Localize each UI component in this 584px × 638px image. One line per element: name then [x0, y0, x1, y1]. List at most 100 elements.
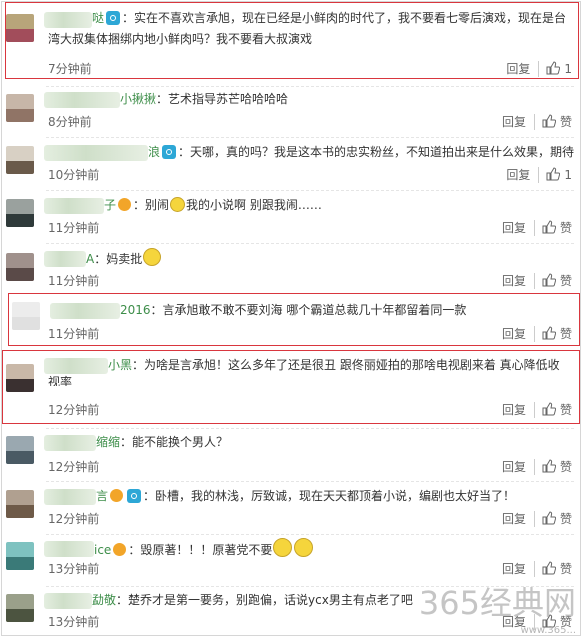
verified-badge-icon: [127, 489, 142, 503]
username[interactable]: ice: [94, 543, 111, 557]
like-label[interactable]: 赞: [560, 512, 572, 526]
username-blurred: [44, 541, 94, 557]
thumbs-up-icon[interactable]: [542, 459, 556, 473]
like-label[interactable]: 赞: [560, 115, 572, 129]
watermark: 365经典网: [418, 584, 576, 622]
comment-row: 小揪揪：艺术指导苏芒哈哈哈哈: [120, 89, 288, 110]
comment-time: 13分钟前: [48, 615, 100, 629]
username[interactable]: 勐敬: [92, 593, 116, 607]
reply-button[interactable]: 回复: [502, 114, 535, 130]
comment-row: 缩缩：能不能换个男人？: [96, 432, 228, 453]
comment-time: 11分钟前: [48, 221, 100, 235]
avatar[interactable]: [6, 594, 34, 622]
avatar[interactable]: [6, 199, 34, 227]
comment-text: ：艺术指导苏芒哈哈哈哈: [156, 92, 289, 106]
thumbs-up-icon[interactable]: [542, 114, 556, 128]
comment-row: 浪 ：天哪，真的吗？我是这本书的忠实粉丝，不知道拍出来是什么效果，期待: [148, 142, 574, 163]
username-blurred: [44, 145, 148, 161]
comment-text: ：楚乔才是第一要务，别跑偏，话说ycx男主有点老了吧: [116, 593, 413, 607]
reply-button[interactable]: 回复: [502, 561, 535, 577]
username-blurred: [44, 92, 120, 108]
comment-item: 言 ：卧槽，我的林浅，厉致诚，现在天天都顶着小说，编剧也太好当了！ 12分钟前 回…: [0, 484, 584, 532]
avatar[interactable]: [6, 436, 34, 464]
comment-time: 13分钟前: [48, 562, 100, 576]
vip-badge-icon: [118, 198, 132, 211]
smile-emoji-icon: [143, 248, 162, 266]
comment-text: ：别闹: [133, 198, 170, 212]
comment-item: 缩缩：能不能换个男人？ 12分钟前 回复 赞: [0, 430, 584, 478]
comment-actions: 回复 赞: [502, 114, 572, 130]
comment-text: ：毁原著！！！原著党不要: [128, 543, 273, 557]
avatar[interactable]: [6, 490, 34, 518]
verified-badge-icon: [162, 145, 177, 159]
comment-text: ：天哪，真的吗？我是这本书的忠实粉丝，不知道拍出来是什么效果，期待: [178, 145, 575, 159]
thumbs-up-icon[interactable]: [542, 273, 556, 287]
comment-time: 8分钟前: [48, 115, 92, 129]
avatar[interactable]: [6, 253, 34, 281]
comment-actions: 回复 赞: [502, 459, 572, 475]
username[interactable]: 缩缩: [96, 435, 120, 449]
comment-row: 勐敬：楚乔才是第一要务，别跑偏，话说ycx男主有点老了吧: [92, 590, 413, 611]
comment-text-b: 我的小说啊 别跟我闹……: [186, 198, 322, 212]
username-blurred: [44, 435, 96, 451]
highlight-box: [5, 2, 579, 79]
comment-item: 小揪揪：艺术指导苏芒哈哈哈哈 8分钟前 回复 赞: [0, 87, 584, 134]
vip-badge-icon: [113, 543, 127, 556]
username[interactable]: 子: [104, 198, 116, 212]
highlight-box: [2, 350, 580, 424]
username-blurred: [44, 198, 104, 214]
reply-button[interactable]: 回复: [506, 167, 540, 183]
divider: [46, 481, 574, 482]
username-blurred: [44, 489, 96, 505]
comment-row: 言 ：卧槽，我的林浅，厉致诚，现在天天都顶着小说，编剧也太好当了！: [96, 486, 515, 507]
comment-row: 子 ：别闹 我的小说啊 别跟我闹……: [104, 195, 322, 216]
reply-button[interactable]: 回复: [502, 273, 535, 289]
avatar[interactable]: [6, 542, 34, 570]
vip-badge-icon: [110, 489, 124, 502]
reply-button[interactable]: 回复: [502, 220, 535, 236]
username[interactable]: 言: [96, 489, 108, 503]
avatar[interactable]: [6, 146, 34, 174]
comment-item: ice ：毁原著！！！原著党不要 13分钟前 回复 赞: [0, 536, 584, 584]
username[interactable]: 小揪揪: [120, 92, 156, 106]
sad-emoji-icon: [294, 538, 314, 557]
divider: [46, 243, 574, 244]
comment-row: ice ：毁原著！！！原著党不要: [94, 538, 314, 561]
thumbs-up-icon[interactable]: [542, 561, 556, 575]
sad-emoji-icon: [273, 538, 293, 557]
comment-time: 11分钟前: [48, 274, 100, 288]
thumbs-up-icon[interactable]: [546, 167, 561, 181]
reply-button[interactable]: 回复: [502, 511, 535, 527]
comment-row: A：妈卖批: [86, 248, 162, 270]
thumbs-up-icon[interactable]: [542, 511, 556, 525]
username-blurred: [44, 593, 92, 609]
comment-time: 12分钟前: [48, 512, 100, 526]
divider: [46, 534, 574, 535]
divider: [46, 190, 574, 191]
username[interactable]: A: [86, 252, 94, 266]
comment-text: ：能不能换个男人？: [120, 435, 229, 449]
like-label[interactable]: 赞: [560, 221, 572, 235]
crying-emoji-icon: [170, 197, 186, 212]
like-label[interactable]: 赞: [560, 460, 572, 474]
comment-item: 子 ：别闹 我的小说啊 别跟我闹…… 11分钟前 回复 赞: [0, 193, 584, 240]
comment-time: 12分钟前: [48, 460, 100, 474]
like-label[interactable]: 赞: [560, 274, 572, 288]
comment-actions: 回复 赞: [502, 220, 572, 236]
comment-time: 10分钟前: [48, 168, 100, 182]
comment-text: ：妈卖批: [94, 252, 143, 266]
thumbs-up-icon[interactable]: [542, 220, 556, 234]
comment-actions: 回复 赞: [502, 511, 572, 527]
comment-actions: 回复 赞: [502, 561, 572, 577]
comment-actions: 回复 1: [506, 167, 572, 183]
like-label[interactable]: 赞: [560, 562, 572, 576]
divider: [46, 137, 574, 138]
username[interactable]: 浪: [148, 145, 160, 159]
avatar[interactable]: [6, 94, 34, 122]
comment-item: 浪 ：天哪，真的吗？我是这本书的忠实粉丝，不知道拍出来是什么效果，期待 10分钟前…: [0, 140, 584, 187]
comment-item: A：妈卖批 11分钟前 回复 赞: [0, 245, 584, 291]
reply-button[interactable]: 回复: [502, 459, 535, 475]
comment-actions: 回复 赞: [502, 273, 572, 289]
comment-text: ：卧槽，我的林浅，厉致诚，现在天天都顶着小说，编剧也太好当了！: [143, 489, 516, 503]
like-count[interactable]: 1: [564, 168, 572, 182]
